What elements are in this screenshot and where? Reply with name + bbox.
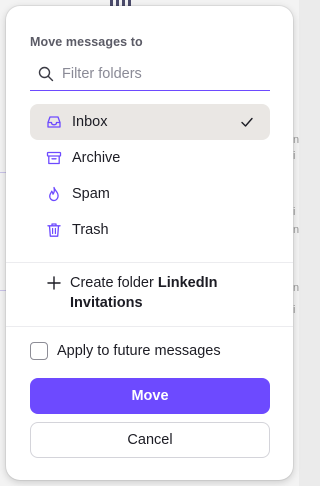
folder-label: Trash (72, 222, 109, 238)
divider (6, 262, 293, 263)
check-icon (241, 117, 253, 127)
archive-icon (46, 151, 62, 165)
background-text-fragment: i (293, 304, 296, 316)
cancel-button[interactable]: Cancel (30, 422, 270, 458)
background-text-fragment: n (293, 282, 300, 294)
spam-icon (49, 186, 59, 202)
folder-label: Archive (72, 150, 121, 166)
folder-item-inbox[interactable]: Inbox (30, 104, 270, 140)
apply-future-checkbox[interactable] (30, 342, 48, 360)
inbox-icon (47, 116, 61, 128)
panel-heading: Move messages to (30, 35, 143, 49)
folder-item-archive[interactable]: Archive (30, 140, 270, 176)
plus-icon (47, 276, 61, 290)
folder-list: Inbox Archive Spam Trash (30, 104, 270, 248)
background-text-fragment: i (293, 206, 296, 218)
apply-future-messages-option[interactable]: Apply to future messages (30, 342, 221, 360)
divider (6, 326, 293, 327)
filter-folders-field[interactable] (30, 58, 270, 91)
move-messages-popover: Move messages to Inbox Archive (6, 6, 293, 480)
create-folder-prefix: Create folder (70, 275, 154, 291)
folder-item-spam[interactable]: Spam (30, 176, 270, 212)
move-button[interactable]: Move (30, 378, 270, 414)
folder-label: Spam (72, 186, 110, 202)
folder-item-trash[interactable]: Trash (30, 212, 270, 248)
background-text-fragment: n (293, 134, 300, 146)
search-icon (38, 66, 54, 82)
trash-icon (47, 223, 61, 237)
apply-future-label: Apply to future messages (57, 343, 221, 359)
create-folder-button[interactable]: Create folder LinkedIn Invitations (30, 268, 270, 313)
background-text-fragment: i (293, 150, 296, 162)
folder-label: Inbox (72, 114, 108, 130)
filter-folders-input[interactable] (62, 66, 252, 82)
background-text-fragment: n (293, 224, 300, 236)
create-folder-label: Create folder LinkedIn Invitations (70, 268, 270, 313)
